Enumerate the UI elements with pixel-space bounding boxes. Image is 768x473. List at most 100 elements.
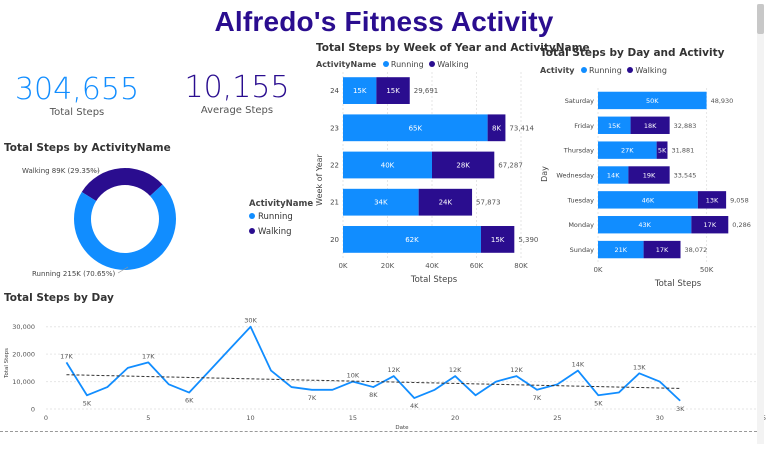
y-tick-label: 30,000 <box>12 323 35 331</box>
walking-swatch <box>429 61 436 67</box>
data-label: 13K <box>706 196 719 204</box>
x-tick-label: 0K <box>338 262 347 270</box>
kpi-average-steps[interactable]: 10,155 Average Steps <box>172 70 302 116</box>
walking-swatch <box>249 228 255 234</box>
data-label: 14K <box>607 172 620 180</box>
day-chart-ylabel: Day <box>540 166 549 182</box>
total-label: 38,072 <box>685 246 708 254</box>
total-label: 32,883 <box>674 122 697 130</box>
donut-legend-walking[interactable]: Walking <box>249 227 313 237</box>
category-label: Friday <box>574 122 594 130</box>
x-tick-label: 40K <box>425 262 439 270</box>
donut-chart-title: Total Steps by ActivityName <box>4 142 171 154</box>
total-label: 57,873 <box>476 199 501 207</box>
day-chart-xlabel: Total Steps <box>654 279 702 289</box>
point-label: 4K <box>410 402 419 410</box>
line-chart-title: Total Steps by Day <box>4 292 114 304</box>
point-label: 10K <box>347 372 360 380</box>
week-chart[interactable]: 0K 20K 40K 60K 80K 24 15K 15K 29,691 23 65K 8K 73,41… <box>310 70 540 286</box>
category-label: 23 <box>330 124 339 132</box>
donut-legend-running[interactable]: Running <box>249 212 313 222</box>
total-label: 29,691 <box>414 87 439 95</box>
day-legend-walking[interactable]: Walking <box>635 66 667 75</box>
donut-slice-running[interactable] <box>73 184 176 270</box>
day-legend-running[interactable]: Running <box>589 66 622 75</box>
week-legend-walking[interactable]: Walking <box>437 60 469 69</box>
point-label: 5K <box>594 399 603 407</box>
data-label: 40K <box>381 162 395 170</box>
point-label: 5K <box>83 399 92 407</box>
x-tick-label: 20 <box>451 414 459 422</box>
data-label: 17K <box>656 246 669 254</box>
kpi-total-steps-value: 304,655 <box>14 72 140 107</box>
day-chart[interactable]: 0K 50K Saturday 50K 48,930 Friday 15K 18K 32,883… <box>535 80 757 290</box>
day-chart-legend: Activity Running Walking <box>540 66 667 75</box>
running-swatch <box>249 213 255 219</box>
point-label: 30K <box>244 317 257 325</box>
data-label: 17K <box>704 221 717 229</box>
data-label: 15K <box>491 236 505 244</box>
total-label: 0,286 <box>732 221 751 229</box>
week-legend-title: ActivityName <box>316 60 377 69</box>
category-label: Saturday <box>565 97 594 105</box>
data-label: 43K <box>638 221 651 229</box>
donut-chart[interactable]: Walking 89K (29.35%) Running 215K (70.65… <box>0 155 250 285</box>
running-swatch <box>581 67 588 73</box>
data-label: 8K <box>492 124 501 132</box>
category-label: Tuesday <box>567 196 595 204</box>
data-label: 5K <box>658 147 667 155</box>
x-tick-label: 30 <box>656 414 664 422</box>
total-label: 73,414 <box>509 124 534 132</box>
week-chart-xlabel: Total Steps <box>410 275 458 285</box>
x-tick-label: 15 <box>349 414 357 422</box>
donut-running-label: Running 215K (70.65%) <box>32 270 116 278</box>
kpi-average-steps-label: Average Steps <box>200 105 274 116</box>
category-label: 21 <box>330 199 339 207</box>
data-label: 21K <box>615 246 628 254</box>
point-label: 17K <box>60 352 73 360</box>
data-label: 65K <box>409 124 423 132</box>
y-tick-label: 10,000 <box>12 378 35 386</box>
category-label: Thursday <box>563 147 594 155</box>
category-label: 22 <box>330 162 339 170</box>
x-tick-label: 80K <box>514 262 528 270</box>
donut-legend-walking-label: Walking <box>258 227 292 237</box>
total-label: 67,287 <box>498 162 523 170</box>
point-label: 12K <box>449 366 462 374</box>
line-chart[interactable]: 010,00020,00030,0000510152025303517K5K17… <box>0 308 768 432</box>
x-tick-label: 0K <box>593 266 602 274</box>
day-legend-title: Activity <box>540 66 575 75</box>
week-legend-running[interactable]: Running <box>391 60 424 69</box>
kpi-total-steps[interactable]: 304,655 Total Steps <box>12 72 142 118</box>
x-tick-label: 0 <box>44 414 48 422</box>
x-tick-label: 10 <box>246 414 254 422</box>
point-label: 7K <box>533 394 542 402</box>
point-label: 12K <box>387 366 400 374</box>
kpi-total-steps-label: Total Steps <box>49 107 105 118</box>
series-line[interactable] <box>65 325 681 402</box>
total-label: 48,930 <box>711 97 734 105</box>
total-label: 31,881 <box>671 147 694 155</box>
category-label: Monday <box>568 221 594 229</box>
x-tick-label: 5 <box>146 414 150 422</box>
x-tick-label: 20K <box>381 262 395 270</box>
donut-legend-title: ActivityName <box>249 199 314 209</box>
page-title: Alfredo's Fitness Activity <box>214 6 554 37</box>
x-tick-label: 25 <box>553 414 561 422</box>
data-label: 62K <box>405 236 419 244</box>
data-label: 24K <box>439 199 453 207</box>
point-label: 13K <box>633 363 646 371</box>
point-label: 3K <box>676 405 685 413</box>
point-label: 6K <box>185 397 194 405</box>
donut-legend: ActivityName Running Walking <box>249 199 313 237</box>
point-label: 14K <box>572 361 585 369</box>
day-chart-title: Total Steps by Day and Activity <box>540 47 725 59</box>
kpi-average-steps-value: 10,155 <box>184 70 290 105</box>
page-bottom-border <box>0 431 757 432</box>
point-label: 17K <box>142 352 155 360</box>
y-tick-label: 0 <box>31 406 35 414</box>
scrollbar-thumb[interactable] <box>757 4 764 34</box>
week-chart-legend: ActivityName Running Walking <box>316 60 469 69</box>
vertical-scrollbar[interactable] <box>757 4 764 444</box>
data-label: 28K <box>456 162 470 170</box>
